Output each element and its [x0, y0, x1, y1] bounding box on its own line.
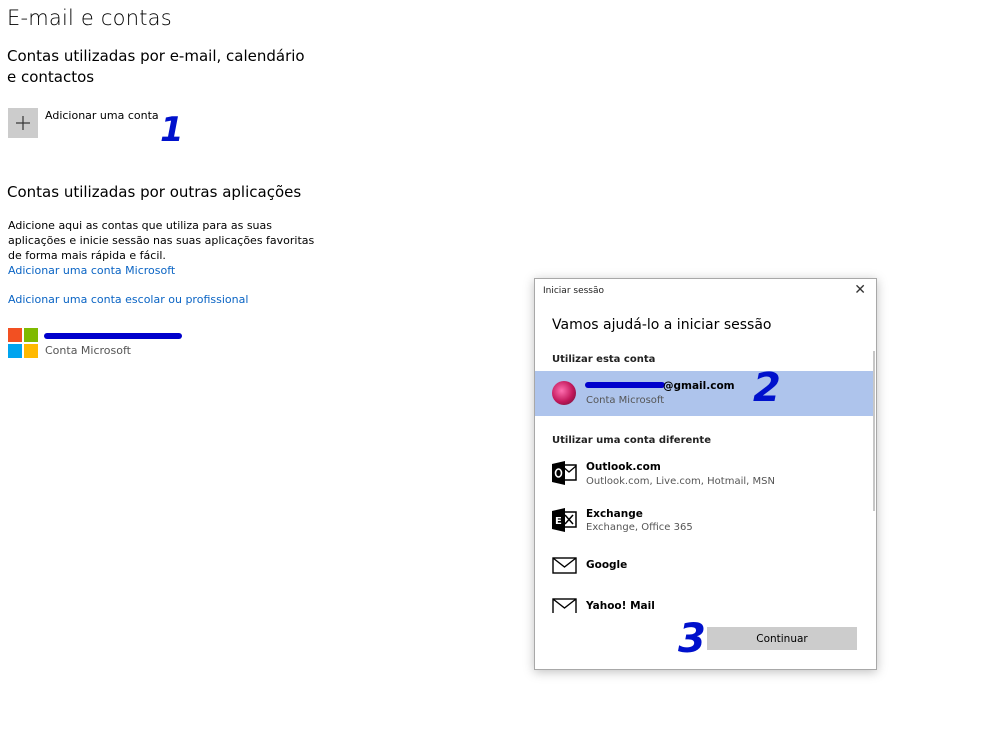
account-email: @gmail.com	[663, 380, 735, 392]
plus-icon	[16, 116, 30, 130]
microsoft-logo-icon	[8, 328, 38, 358]
option-exchange[interactable]: E Exchange Exchange, Office 365	[535, 504, 871, 546]
use-different-account-label: Utilizar uma conta diferente	[552, 435, 711, 446]
add-account-label[interactable]: Adicionar uma conta	[45, 109, 159, 122]
mail-icon	[552, 557, 577, 574]
annotation-step-1: 1	[160, 110, 184, 150]
dialog-heading: Vamos ajudá-lo a iniciar sessão	[552, 317, 772, 333]
page-title: E-mail e contas	[7, 6, 172, 30]
option-outlook[interactable]: Outlook.com Outlook.com, Live.com, Hotma…	[535, 457, 871, 499]
add-work-account-link[interactable]: Adicionar uma conta escolar ou profissio…	[8, 293, 248, 306]
option-name: Yahoo! Mail	[586, 600, 655, 612]
outlook-icon	[552, 461, 577, 485]
dialog-title: Iniciar sessão	[543, 286, 605, 296]
exchange-icon: E	[552, 508, 577, 532]
other-apps-title: Contas utilizadas por outras aplicações	[7, 183, 302, 201]
sign-in-dialog: Iniciar sessão ✕ Vamos ajudá-lo a inicia…	[534, 278, 877, 670]
option-yahoo[interactable]: Yahoo! Mail	[535, 591, 871, 613]
annotation-step-2: 2	[753, 365, 781, 411]
mail-icon	[552, 598, 577, 613]
account-type: Conta Microsoft	[586, 395, 665, 406]
option-name: Outlook.com	[586, 461, 661, 473]
continue-button[interactable]: Continuar	[707, 627, 857, 650]
annotation-step-3: 3	[678, 616, 706, 662]
selected-account-row[interactable]: @gmail.com Conta Microsoft	[535, 371, 875, 416]
existing-account-type[interactable]: Conta Microsoft	[45, 344, 131, 357]
option-google[interactable]: Google	[535, 549, 871, 591]
add-microsoft-account-link[interactable]: Adicionar uma conta Microsoft	[8, 264, 175, 277]
option-description: Exchange, Office 365	[586, 522, 693, 533]
email-section-title: Contas utilizadas por e-mail, calendário…	[7, 47, 305, 86]
dialog-scrollbar[interactable]	[873, 351, 875, 511]
redaction-scribble	[585, 382, 665, 388]
option-name: Google	[586, 559, 628, 571]
option-description: Outlook.com, Live.com, Hotmail, MSN	[586, 476, 775, 487]
add-account-button[interactable]	[8, 108, 38, 138]
redaction-scribble	[44, 333, 182, 339]
other-apps-description: Adicione aqui as contas que utiliza para…	[8, 219, 315, 262]
svg-text:E: E	[555, 516, 562, 527]
avatar	[552, 381, 576, 405]
use-this-account-label: Utilizar esta conta	[552, 354, 656, 365]
close-icon[interactable]: ✕	[854, 282, 866, 298]
option-name: Exchange	[586, 508, 643, 520]
